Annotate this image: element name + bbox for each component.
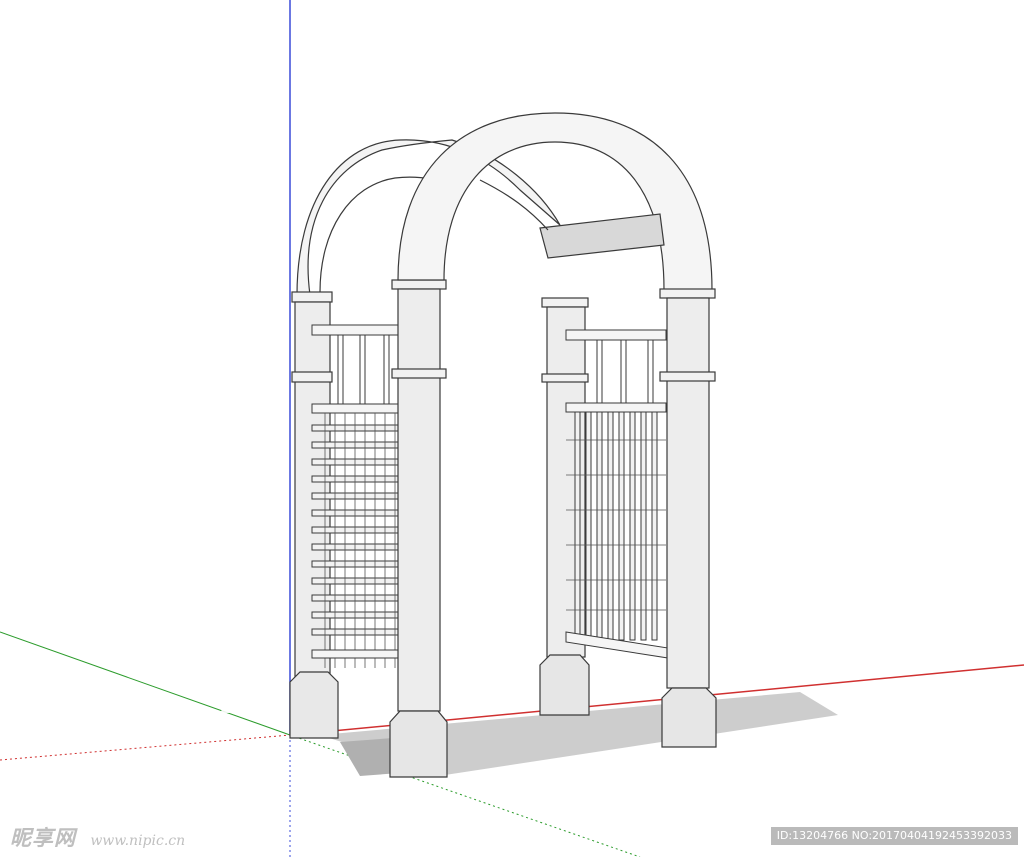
watermark-brand: 昵享网: [10, 825, 76, 850]
rear-right-post: [539, 297, 590, 716]
scene-canvas[interactable]: [0, 0, 1024, 857]
modeling-viewport[interactable]: 昵享网 www.nipic.cn ID:13204766 NO:20170404…: [0, 0, 1024, 857]
watermark-logo: 昵享网 www.nipic.cn: [10, 822, 185, 852]
front-right-post: [659, 288, 717, 748]
red-axis-dotted: [0, 734, 291, 761]
green-axis: [0, 631, 291, 736]
front-left-post: [389, 279, 448, 778]
watermark-id: ID:13204766 NO:20170404192453392033: [770, 827, 1018, 845]
watermark-url: www.nipic.cn: [90, 833, 186, 849]
front-arch: [397, 112, 713, 291]
